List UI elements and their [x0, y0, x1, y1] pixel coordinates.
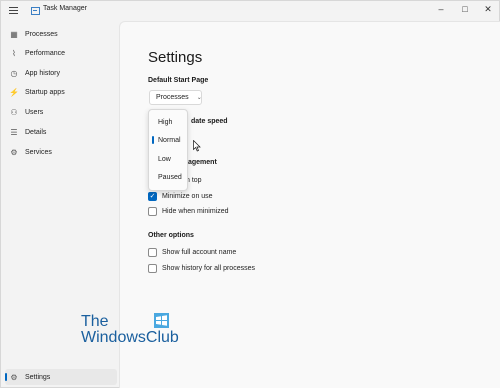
details-icon: ☰ — [10, 127, 18, 137]
menu-item-high[interactable]: High — [149, 115, 187, 129]
default-start-page-dropdown[interactable]: Processes ⌄ — [149, 90, 202, 105]
history-icon: ◷ — [10, 68, 18, 78]
default-start-page-label: Default Start Page — [148, 77, 209, 84]
checkbox-checked-icon[interactable]: ✓ — [148, 191, 157, 201]
performance-icon: ⌇ — [12, 48, 16, 58]
title-bar: Task Manager – □ ✕ — [1, 1, 499, 19]
sidebar-item-label: Processes — [25, 30, 58, 38]
checkbox-icon[interactable] — [148, 263, 157, 273]
maximize-button[interactable]: □ — [453, 2, 477, 16]
minimize-on-use-checkbox[interactable]: ✓ Minimize on use — [148, 190, 213, 202]
sidebar-item-label: Services — [25, 148, 52, 156]
checkbox-icon[interactable] — [148, 206, 157, 216]
sidebar-item-label: Details — [25, 128, 47, 136]
task-manager-window: Task Manager – □ ✕ ▦ Processes ⌇ Perform… — [0, 0, 500, 388]
update-speed-label: date speed — [191, 118, 228, 125]
checkbox-label: Show history for all processes — [162, 264, 255, 272]
sidebar-item-performance[interactable]: ⌇ Performance — [5, 45, 117, 61]
dropdown-selected-value: Processes — [156, 94, 189, 101]
sidebar-item-label: Startup apps — [25, 88, 65, 96]
sidebar-item-settings[interactable]: ⚙ Settings — [5, 369, 117, 385]
checkbox-icon[interactable] — [148, 247, 157, 257]
hamburger-menu-icon[interactable] — [9, 5, 18, 15]
other-options-label: Other options — [148, 232, 194, 239]
services-icon: ⚙ — [10, 147, 18, 157]
show-full-account-name-checkbox[interactable]: Show full account name — [148, 246, 236, 258]
menu-item-paused[interactable]: Paused — [149, 170, 187, 184]
sidebar-item-label: App history — [25, 69, 61, 77]
page-title: Settings — [148, 49, 203, 66]
menu-item-low[interactable]: Low — [149, 152, 187, 166]
sidebar-item-app-history[interactable]: ◷ App history — [5, 65, 117, 81]
task-manager-app-icon — [31, 7, 40, 15]
chevron-down-icon: ⌄ — [196, 95, 202, 101]
checkbox-label: Minimize on use — [162, 192, 213, 200]
processes-icon: ▦ — [10, 29, 18, 39]
checkbox-label: n top — [186, 176, 202, 184]
sidebar-item-details[interactable]: ☰ Details — [5, 124, 117, 140]
sidebar-item-users[interactable]: ⚇ Users — [5, 104, 117, 120]
sidebar-item-processes[interactable]: ▦ Processes — [5, 26, 117, 42]
startup-icon: ⚡ — [9, 87, 19, 97]
checkbox-label: Show full account name — [162, 248, 237, 256]
watermark-line2: WindowsClub — [81, 329, 179, 346]
menu-item-normal[interactable]: Normal — [149, 133, 187, 147]
sidebar-item-services[interactable]: ⚙ Services — [5, 144, 117, 160]
windows-logo-icon — [154, 313, 169, 328]
sidebar-item-label: Performance — [25, 49, 66, 57]
users-icon: ⚇ — [10, 107, 18, 117]
window-title: Task Manager — [43, 5, 87, 12]
show-history-all-processes-checkbox[interactable]: Show history for all processes — [148, 262, 255, 274]
sidebar-item-label: Settings — [25, 373, 51, 381]
mouse-cursor-icon — [193, 140, 201, 152]
window-management-label: agement — [188, 159, 217, 166]
always-on-top-checkbox-label[interactable]: n top — [186, 174, 202, 186]
hide-when-minimized-checkbox[interactable]: Hide when minimized — [148, 205, 229, 217]
update-speed-dropdown-menu: High Normal Low Paused — [148, 109, 188, 191]
gear-icon: ⚙ — [10, 372, 18, 382]
checkbox-label: Hide when minimized — [162, 207, 229, 215]
minimize-button[interactable]: – — [429, 2, 453, 16]
sidebar-item-label: Users — [25, 108, 44, 116]
sidebar-item-startup-apps[interactable]: ⚡ Startup apps — [5, 84, 117, 100]
close-button[interactable]: ✕ — [476, 2, 500, 16]
